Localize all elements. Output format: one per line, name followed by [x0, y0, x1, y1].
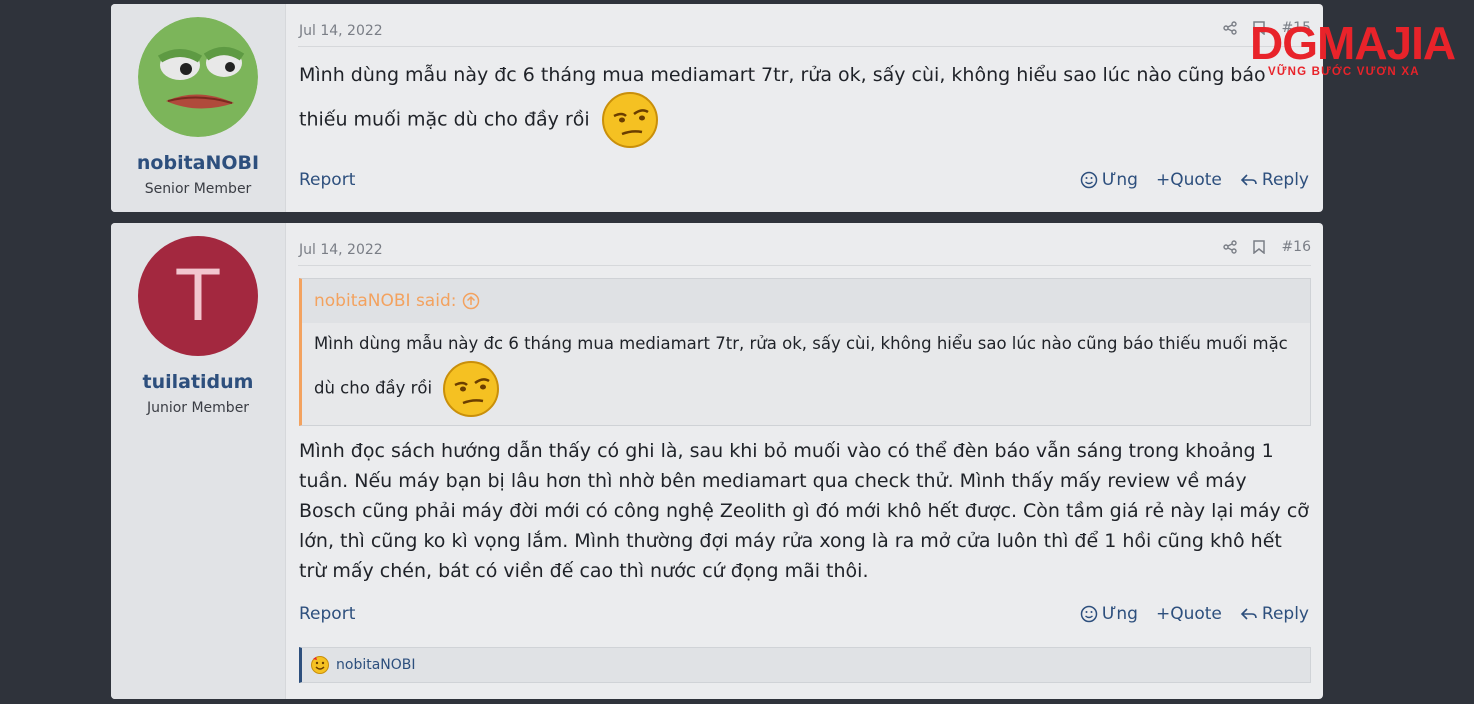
react-label: Ưng [1101, 604, 1138, 624]
reply-label: Reply [1261, 170, 1309, 190]
report-link[interactable]: Report [299, 604, 355, 624]
post-date[interactable]: Jul 14, 2022 [299, 242, 383, 258]
user-panel: T tuilatidum Junior Member [111, 223, 286, 699]
post-actions: Report Ưng +Quote Reply [299, 604, 1309, 628]
report-link[interactable]: Report [299, 170, 355, 190]
reply-button[interactable]: Reply [1240, 170, 1309, 190]
quote-body: Mình dùng mẫu này đc 6 tháng mua mediama… [302, 323, 1310, 425]
avatar[interactable]: T [138, 236, 258, 356]
post-body: Mình dùng mẫu này đc 6 tháng mua mediama… [299, 60, 1309, 150]
action-buttons: Ưng +Quote Reply [1080, 170, 1309, 190]
post-body: Mình đọc sách hướng dẫn thấy có ghi là, … [299, 440, 1309, 582]
post-actions: Report Ưng +Quote Reply [299, 170, 1309, 194]
reply-arrow-icon [1240, 608, 1257, 620]
pepe-frog-avatar-icon [138, 17, 258, 137]
user-title: Junior Member [146, 400, 250, 416]
post-date[interactable]: Jul 14, 2022 [299, 23, 383, 39]
logo-slogan: VỮNG BƯỚC VƯƠN XA [1268, 66, 1420, 78]
confused-emoji-icon [600, 90, 660, 150]
post-number[interactable]: #16 [1281, 239, 1311, 255]
reaction-emoji-icon [311, 656, 329, 674]
logo-text: DGMAJIA [1250, 17, 1456, 69]
reply-arrow-icon [1240, 174, 1257, 186]
post-main: Jul 14, 2022 #16 nobitaNOBI said: Mình d… [286, 223, 1323, 699]
post-main: Jul 14, 2022 #15 Mình dùng mẫu này đc 6 … [286, 4, 1323, 212]
bookmark-icon[interactable] [1253, 240, 1266, 254]
post-16: T tuilatidum Junior Member Jul 14, 2022 … [111, 223, 1323, 699]
quote-text: Mình dùng mẫu này đc 6 tháng mua mediama… [314, 329, 1298, 419]
arrow-up-circle-icon[interactable] [462, 292, 480, 310]
divider [298, 46, 1311, 47]
quote-author: nobitaNOBI said: [314, 291, 457, 311]
react-button[interactable]: Ưng [1080, 170, 1138, 190]
share-icon[interactable] [1223, 21, 1238, 35]
confused-emoji-icon [441, 359, 501, 419]
username[interactable]: tuilatidum [111, 371, 285, 393]
user-title: Senior Member [144, 181, 252, 197]
react-face-icon [1080, 605, 1098, 623]
quote-button[interactable]: +Quote [1156, 604, 1222, 624]
username[interactable]: nobitaNOBI [111, 152, 285, 174]
action-buttons: Ưng +Quote Reply [1080, 604, 1309, 624]
share-icon[interactable] [1223, 240, 1238, 254]
dgmaia-logo: DGMAJIA VỮNG BƯỚC VƯƠN XA [1248, 4, 1470, 84]
reactions-bar[interactable]: nobitaNOBI [299, 647, 1311, 683]
user-panel: nobitaNOBI Senior Member [111, 4, 286, 212]
react-face-icon [1080, 171, 1098, 189]
react-label: Ưng [1101, 170, 1138, 190]
react-button[interactable]: Ưng [1080, 604, 1138, 624]
avatar[interactable] [138, 17, 258, 137]
reaction-users[interactable]: nobitaNOBI [336, 657, 416, 673]
reply-button[interactable]: Reply [1240, 604, 1309, 624]
reply-label: Reply [1261, 604, 1309, 624]
post-body-text: Mình dùng mẫu này đc 6 tháng mua mediama… [299, 64, 1266, 131]
post-header-tools: #16 [1223, 237, 1311, 257]
divider [298, 265, 1311, 266]
avatar-letter: T [176, 255, 220, 337]
quote-block: nobitaNOBI said: Mình dùng mẫu này đc 6 … [299, 278, 1311, 426]
quote-button[interactable]: +Quote [1156, 170, 1222, 190]
post-15: nobitaNOBI Senior Member Jul 14, 2022 #1… [111, 4, 1323, 212]
quote-header[interactable]: nobitaNOBI said: [314, 291, 480, 311]
